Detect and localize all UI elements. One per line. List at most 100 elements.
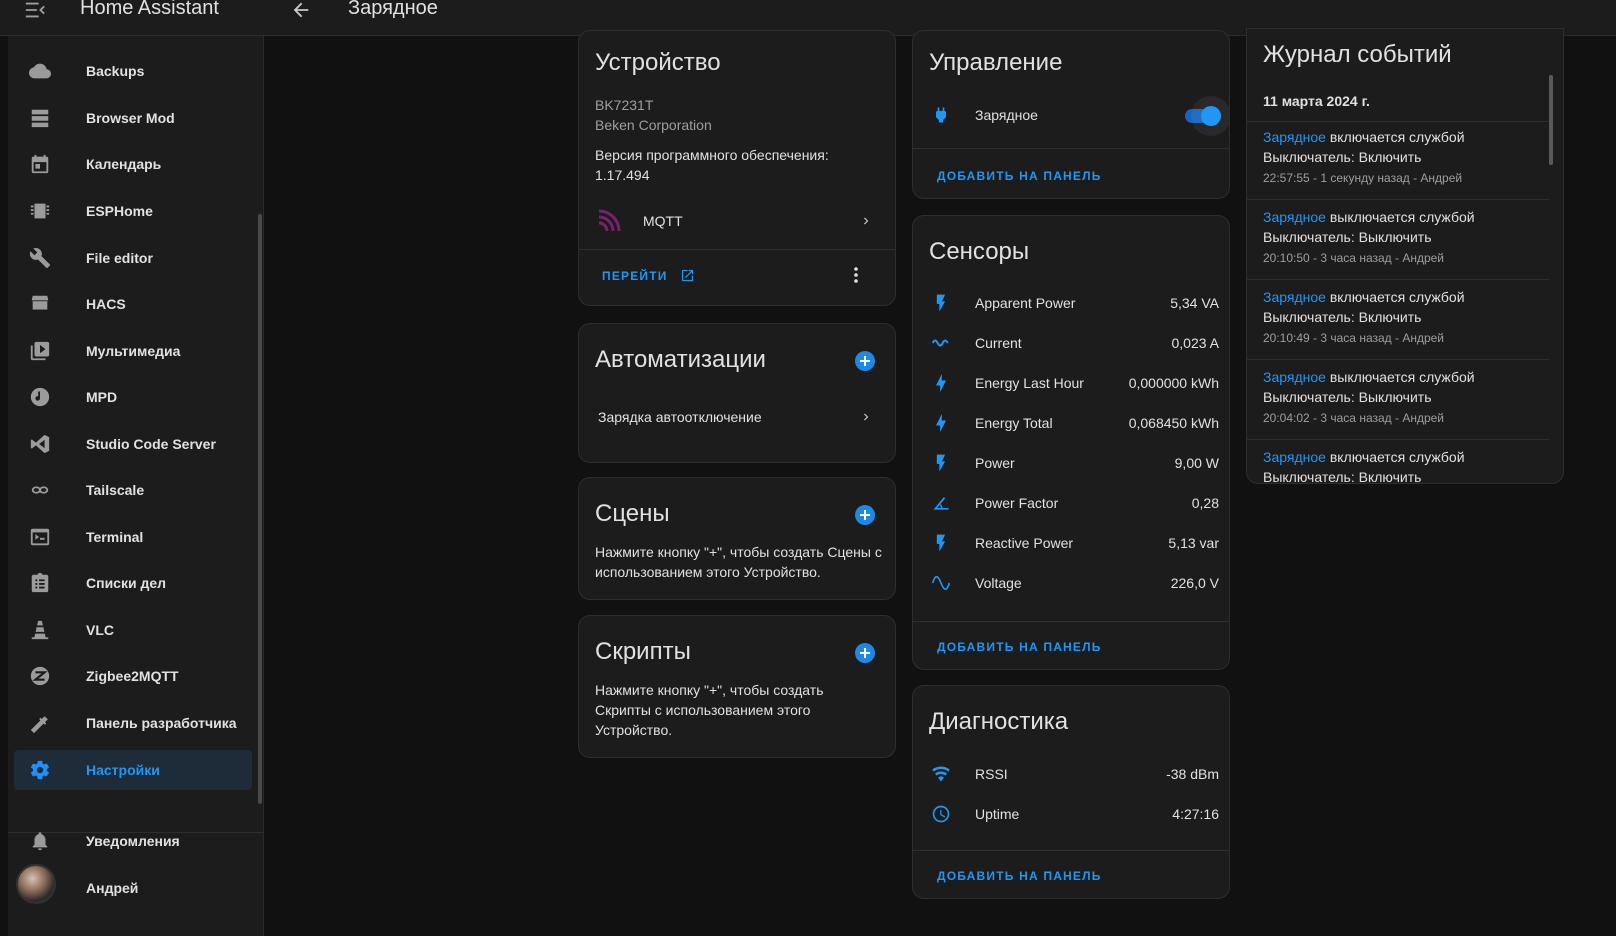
- log-entity-link[interactable]: Зарядное: [1263, 369, 1326, 385]
- diagnostic-name: Uptime: [975, 806, 1020, 822]
- sensor-value: 0,000000 kWh: [1128, 375, 1219, 391]
- sensor-row[interactable]: Voltage 226,0 V: [929, 571, 1219, 595]
- cloud-icon: [28, 59, 52, 83]
- sidebar-item-browser-mod[interactable]: Browser Mod: [14, 98, 252, 138]
- add-automation-button[interactable]: [855, 351, 875, 371]
- log-action: выключается службой: [1325, 209, 1475, 225]
- add-to-dashboard-button[interactable]: ДОБАВИТЬ НА ПАНЕЛЬ: [937, 869, 1102, 883]
- sidebar-item-label: Zigbee2MQTT: [86, 668, 179, 684]
- sidebar-item-backups[interactable]: Backups: [14, 51, 252, 91]
- menu-icon[interactable]: [24, 0, 46, 20]
- sidebar-item-label: VLC: [86, 622, 114, 638]
- diagnostics-card: Диагностика RSSI -38 dBm Uptime 4:27:16 …: [912, 685, 1230, 899]
- diagnostic-name: RSSI: [975, 766, 1008, 782]
- angle-acute-icon: [929, 491, 953, 515]
- device-model: BK7231T: [595, 97, 654, 113]
- sidebar-item-code-server[interactable]: Studio Code Server: [14, 424, 252, 464]
- sidebar-item-media[interactable]: Мультимедиа: [14, 331, 252, 371]
- clock-icon: [929, 802, 953, 826]
- add-scene-button[interactable]: [855, 505, 875, 525]
- sidebar-item-label: Календарь: [86, 156, 162, 172]
- log-action: включается службой: [1325, 289, 1465, 305]
- log-entity-link[interactable]: Зарядное: [1263, 449, 1326, 465]
- sidebar-item-esphome[interactable]: ESPHome: [14, 191, 252, 231]
- calendar-icon: [28, 152, 52, 176]
- sidebar-item-tailscale[interactable]: Tailscale: [14, 470, 252, 510]
- card-title: Сенсоры: [929, 238, 1030, 265]
- sidebar-item-label: Tailscale: [86, 482, 145, 498]
- log-entity-link[interactable]: Зарядное: [1263, 129, 1326, 145]
- sidebar-item-hacs[interactable]: HACS: [14, 284, 252, 324]
- music-note-icon: [28, 385, 52, 409]
- diagnostic-row[interactable]: Uptime 4:27:16: [929, 802, 1219, 826]
- sidebar-item-notifications[interactable]: Уведомления: [14, 821, 252, 861]
- sensor-value: 226,0 V: [1170, 575, 1219, 591]
- sidebar-item-settings[interactable]: Настройки: [14, 750, 252, 790]
- log-separator: [1247, 359, 1549, 360]
- log-time: 20:04:02 - 3 часа назад - Андрей: [1263, 411, 1445, 425]
- log-entry: Зарядное выключается службой Выключатель…: [1247, 369, 1549, 439]
- flash-icon: [929, 451, 953, 475]
- log-entry: Зарядное выключается службой Выключатель…: [1247, 209, 1549, 279]
- sidebar-item-label: Уведомления: [86, 833, 180, 849]
- add-to-dashboard-button[interactable]: ДОБАВИТЬ НА ПАНЕЛЬ: [937, 169, 1102, 183]
- charger-toggle[interactable]: [1185, 105, 1221, 126]
- sidebar-item-todo[interactable]: Списки дел: [14, 563, 252, 603]
- log-detail: Выключатель: Выключить: [1263, 389, 1432, 405]
- sensor-row[interactable]: Reactive Power 5,13 var: [929, 531, 1219, 555]
- play-box-icon: [28, 339, 52, 363]
- sensor-row[interactable]: Energy Total 0,068450 kWh: [929, 411, 1219, 435]
- sensor-row[interactable]: Power Factor 0,28: [929, 491, 1219, 515]
- sidebar-item-label: Browser Mod: [86, 110, 175, 126]
- sensor-name: Energy Last Hour: [975, 375, 1084, 391]
- sidebar-item-label: File editor: [86, 250, 153, 266]
- back-arrow-icon[interactable]: [290, 0, 312, 21]
- sidebar-item-label: MPD: [86, 389, 118, 405]
- sidebar-item-terminal[interactable]: Terminal: [14, 517, 252, 557]
- visit-device-button[interactable]: ПЕРЕЙТИ: [602, 268, 695, 283]
- lightning-bolt-icon: [929, 371, 953, 395]
- log-action: включается службой: [1325, 129, 1465, 145]
- sidebar-item-profile[interactable]: Андрей: [14, 868, 252, 908]
- automation-item[interactable]: Зарядка автоотключение: [579, 402, 895, 432]
- log-entity-link[interactable]: Зарядное: [1263, 289, 1326, 305]
- scripts-hint: Нажмите кнопку "+", чтобы создать Скрипт…: [595, 682, 824, 738]
- diagnostic-row[interactable]: RSSI -38 dBm: [929, 762, 1219, 786]
- controls-card: Управление Зарядное ДОБАВИТЬ НА ПАНЕЛЬ: [912, 30, 1230, 199]
- sensor-row[interactable]: Apparent Power 5,34 VA: [929, 291, 1219, 315]
- log-action: выключается службой: [1325, 369, 1475, 385]
- sensor-row[interactable]: Power 9,00 W: [929, 451, 1219, 475]
- logbook-scrollbar[interactable]: [1549, 75, 1553, 165]
- add-script-button[interactable]: [855, 643, 875, 663]
- tailscale-icon: [28, 478, 52, 502]
- logbook-date: 11 марта 2024 г.: [1263, 93, 1370, 109]
- sidebar-item-mpd[interactable]: MPD: [14, 377, 252, 417]
- device-firmware: Версия программного обеспечения: 1.17.49…: [595, 147, 829, 183]
- integration-mqtt-row[interactable]: MQTT: [579, 199, 895, 243]
- sensor-name: Reactive Power: [975, 535, 1074, 551]
- sensor-value: 5,13 var: [1168, 535, 1219, 551]
- more-vert-icon[interactable]: [844, 263, 868, 287]
- log-separator: [1247, 121, 1549, 122]
- logbook-card: Журнал событий 11 марта 2024 г. Зарядное…: [1246, 28, 1564, 484]
- log-entity-link[interactable]: Зарядное: [1263, 209, 1326, 225]
- sensor-row[interactable]: Energy Last Hour 0,000000 kWh: [929, 371, 1219, 395]
- sensor-row[interactable]: Current 0,023 A: [929, 331, 1219, 355]
- sensor-name: Voltage: [975, 575, 1022, 591]
- sidebar-item-zigbee2mqtt[interactable]: Zigbee2MQTT: [14, 656, 252, 696]
- sidebar-item-developer-tools[interactable]: Панель разработчика: [14, 703, 252, 743]
- add-to-dashboard-button[interactable]: ДОБАВИТЬ НА ПАНЕЛЬ: [937, 640, 1102, 654]
- sidebar: Backups Browser Mod Календарь ESPHome Fi…: [8, 36, 264, 936]
- sidebar-item-file-editor[interactable]: File editor: [14, 238, 252, 278]
- log-separator: [1247, 199, 1549, 200]
- scenes-card: Сцены Нажмите кнопку "+", чтобы создать …: [578, 477, 896, 600]
- sensor-name: Current: [975, 335, 1022, 351]
- device-manufacturer: Beken Corporation: [595, 117, 712, 133]
- wifi-icon: [929, 762, 953, 786]
- card-divider: [913, 621, 1229, 622]
- sidebar-item-vlc[interactable]: VLC: [14, 610, 252, 650]
- sidebar-item-label: Андрей: [86, 880, 139, 896]
- gear-icon: [28, 758, 52, 782]
- sidebar-scrollbar[interactable]: [258, 214, 262, 804]
- sidebar-item-calendar[interactable]: Календарь: [14, 144, 252, 184]
